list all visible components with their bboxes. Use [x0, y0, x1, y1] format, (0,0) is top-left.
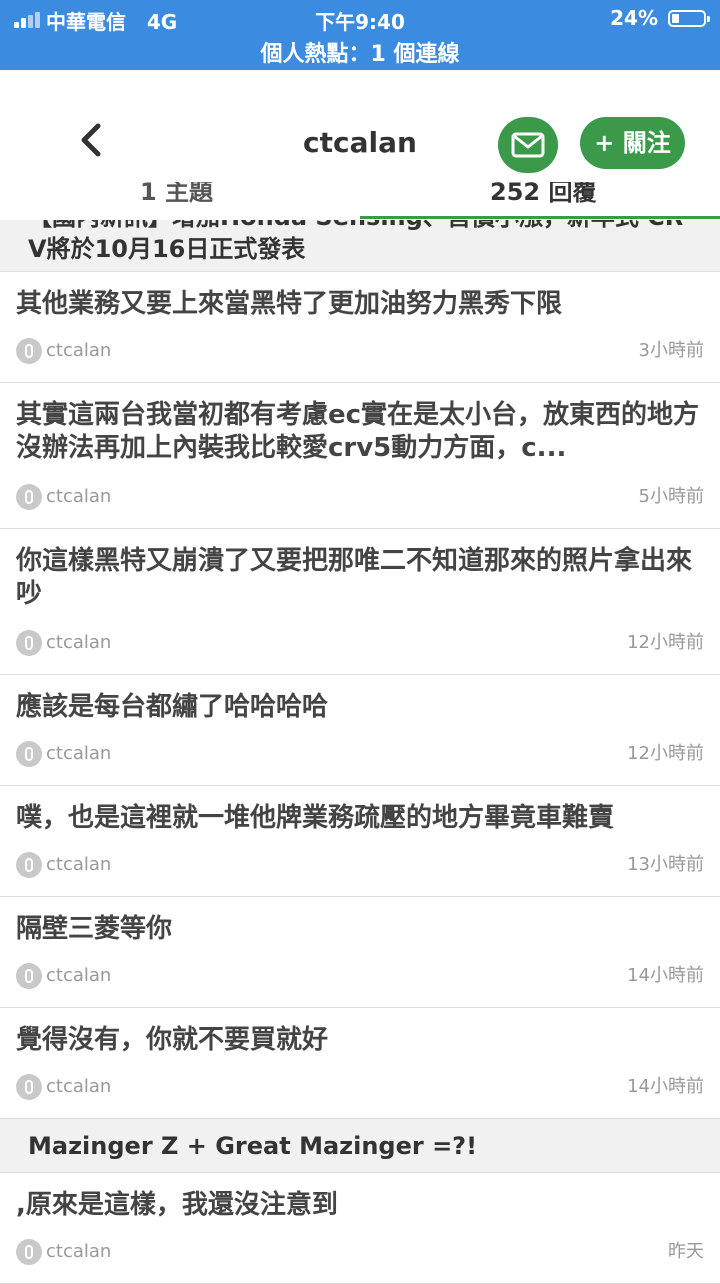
- reply-user: ctcalan: [46, 340, 112, 361]
- reply-user: ctcalan: [46, 743, 112, 764]
- reply-text: 隔壁三菱等你: [16, 914, 173, 944]
- avatar: [16, 1074, 42, 1100]
- message-button[interactable]: [498, 117, 558, 173]
- avatar: [16, 741, 42, 767]
- reply-time: 14小時前: [627, 965, 704, 986]
- reply-time: 昨天: [668, 1241, 704, 1262]
- reply-user: ctcalan: [46, 854, 112, 875]
- topic-title: 【國內新訊】增加Honda Sensing、售價小漲，新年式 CR-V將於10月…: [28, 220, 693, 263]
- hotspot-banner[interactable]: 個人熱點：1 個連線: [0, 36, 720, 68]
- list-item[interactable]: ,原來是這樣，我還沒注意到 ctcalan 昨天: [0, 1173, 720, 1284]
- reply-text: 你這樣黑特又崩潰了又要把那唯二不知道那來的照片拿出來吵: [16, 546, 693, 609]
- reply-text: 覺得沒有，你就不要買就好: [16, 1025, 329, 1055]
- topic-section-header[interactable]: 【國內新訊】增加Honda Sensing、售價小漲，新年式 CR-V將於10月…: [0, 220, 720, 272]
- list-item[interactable]: 其他業務又要上來當黑特了更加油努力黑秀下限 ctcalan 3小時前: [0, 272, 720, 383]
- list-item[interactable]: 其實這兩台我當初都有考慮ec實在是太小台，放東西的地方沒辦法再加上內裝我比較愛c…: [0, 383, 720, 529]
- topic-section-header[interactable]: Mazinger Z + Great Mazinger =?!: [0, 1119, 720, 1173]
- reply-user: ctcalan: [46, 1076, 112, 1097]
- list-item[interactable]: 你這樣黑特又崩潰了又要把那唯二不知道那來的照片拿出來吵 ctcalan 12小時前: [0, 529, 720, 675]
- follow-button[interactable]: + 關注: [580, 117, 685, 169]
- tab-bar: 1 主題 252 回覆: [0, 182, 720, 220]
- reply-time: 3小時前: [638, 340, 704, 361]
- reply-time: 13小時前: [627, 854, 704, 875]
- reply-text: ,原來是這樣，我還沒注意到: [16, 1190, 338, 1220]
- avatar: [16, 338, 42, 364]
- reply-text: 其實這兩台我當初都有考慮ec實在是太小台，放東西的地方沒辦法再加上內裝我比較愛c…: [16, 400, 700, 463]
- reply-time: 12小時前: [627, 743, 704, 764]
- reply-user: ctcalan: [46, 965, 112, 986]
- battery-icon: [668, 10, 710, 27]
- reply-list: 【國內新訊】增加Honda Sensing、售價小漲，新年式 CR-V將於10月…: [0, 220, 720, 1284]
- active-tab-indicator: [360, 216, 720, 219]
- reply-text: 噗，也是這裡就一堆他牌業務疏壓的地方畢竟車難賣: [16, 803, 615, 833]
- tab-topics[interactable]: 1 主題: [140, 182, 213, 207]
- avatar: [16, 1239, 42, 1265]
- reply-user: ctcalan: [46, 1241, 112, 1262]
- list-item[interactable]: 覺得沒有，你就不要買就好 ctcalan 14小時前: [0, 1008, 720, 1119]
- reply-text: 其他業務又要上來當黑特了更加油努力黑秀下限: [16, 289, 563, 319]
- avatar: [16, 484, 42, 510]
- avatar: [16, 630, 42, 656]
- topic-title: Mazinger Z + Great Mazinger =?!: [28, 1132, 478, 1160]
- mail-icon: [511, 132, 545, 158]
- reply-user: ctcalan: [46, 632, 112, 653]
- list-item[interactable]: 應該是每台都繡了哈哈哈哈 ctcalan 12小時前: [0, 675, 720, 786]
- list-item[interactable]: 隔壁三菱等你 ctcalan 14小時前: [0, 897, 720, 1008]
- list-item[interactable]: 噗，也是這裡就一堆他牌業務疏壓的地方畢竟車難賣 ctcalan 13小時前: [0, 786, 720, 897]
- reply-time: 14小時前: [627, 1076, 704, 1097]
- reply-text: 應該是每台都繡了哈哈哈哈: [16, 692, 329, 722]
- reply-user: ctcalan: [46, 486, 112, 507]
- avatar: [16, 963, 42, 989]
- reply-time: 12小時前: [627, 632, 704, 653]
- tab-replies[interactable]: 252 回覆: [490, 182, 596, 207]
- reply-time: 5小時前: [638, 486, 704, 507]
- status-bar: 中華電信 4G 下午9:40 24% 個人熱點：1 個連線: [0, 0, 720, 70]
- profile-header: ctcalan + 關注: [0, 70, 720, 182]
- battery-percent: 24%: [610, 6, 658, 30]
- avatar: [16, 852, 42, 878]
